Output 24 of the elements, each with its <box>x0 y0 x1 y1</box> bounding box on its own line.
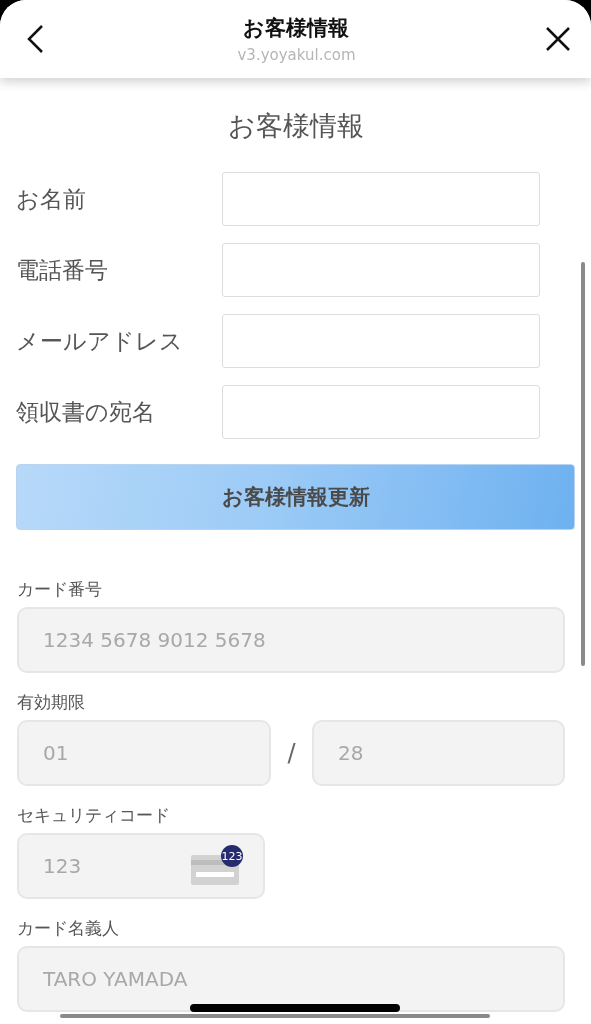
cardholder-field[interactable]: TARO YAMADA <box>17 946 565 1012</box>
field-label: 有効期限 <box>17 691 86 714</box>
scrollbar[interactable] <box>581 262 585 666</box>
month-field[interactable]: 01 <box>17 720 271 786</box>
update-button[interactable]: お客様情報更新 <box>16 464 575 530</box>
page-heading: お客様情報 <box>226 109 365 143</box>
window-title: お客様情報 <box>243 15 350 42</box>
input-field[interactable] <box>222 172 540 226</box>
field-label: 電話番号 <box>16 255 109 285</box>
field-label: カード番号 <box>17 578 103 601</box>
field-label: メールアドレス <box>16 326 184 356</box>
field-label: セキュリティコード <box>17 804 171 827</box>
card-number-field[interactable]: 1234 5678 9012 5678 <box>17 607 565 673</box>
url-text: v3.yoyakul.com <box>237 46 356 64</box>
input-field[interactable] <box>222 385 540 439</box>
input-field[interactable] <box>222 243 540 297</box>
field-label: 領収書の宛名 <box>16 397 156 427</box>
input-field[interactable] <box>222 314 540 368</box>
year-field[interactable]: 28 <box>312 720 565 786</box>
field-label: カード名義人 <box>17 917 120 940</box>
scrollbar[interactable] <box>60 1014 490 1018</box>
security-code-field[interactable]: 123 <box>43 854 163 878</box>
field-label: お名前 <box>16 184 87 214</box>
separator-text: / <box>286 739 297 767</box>
